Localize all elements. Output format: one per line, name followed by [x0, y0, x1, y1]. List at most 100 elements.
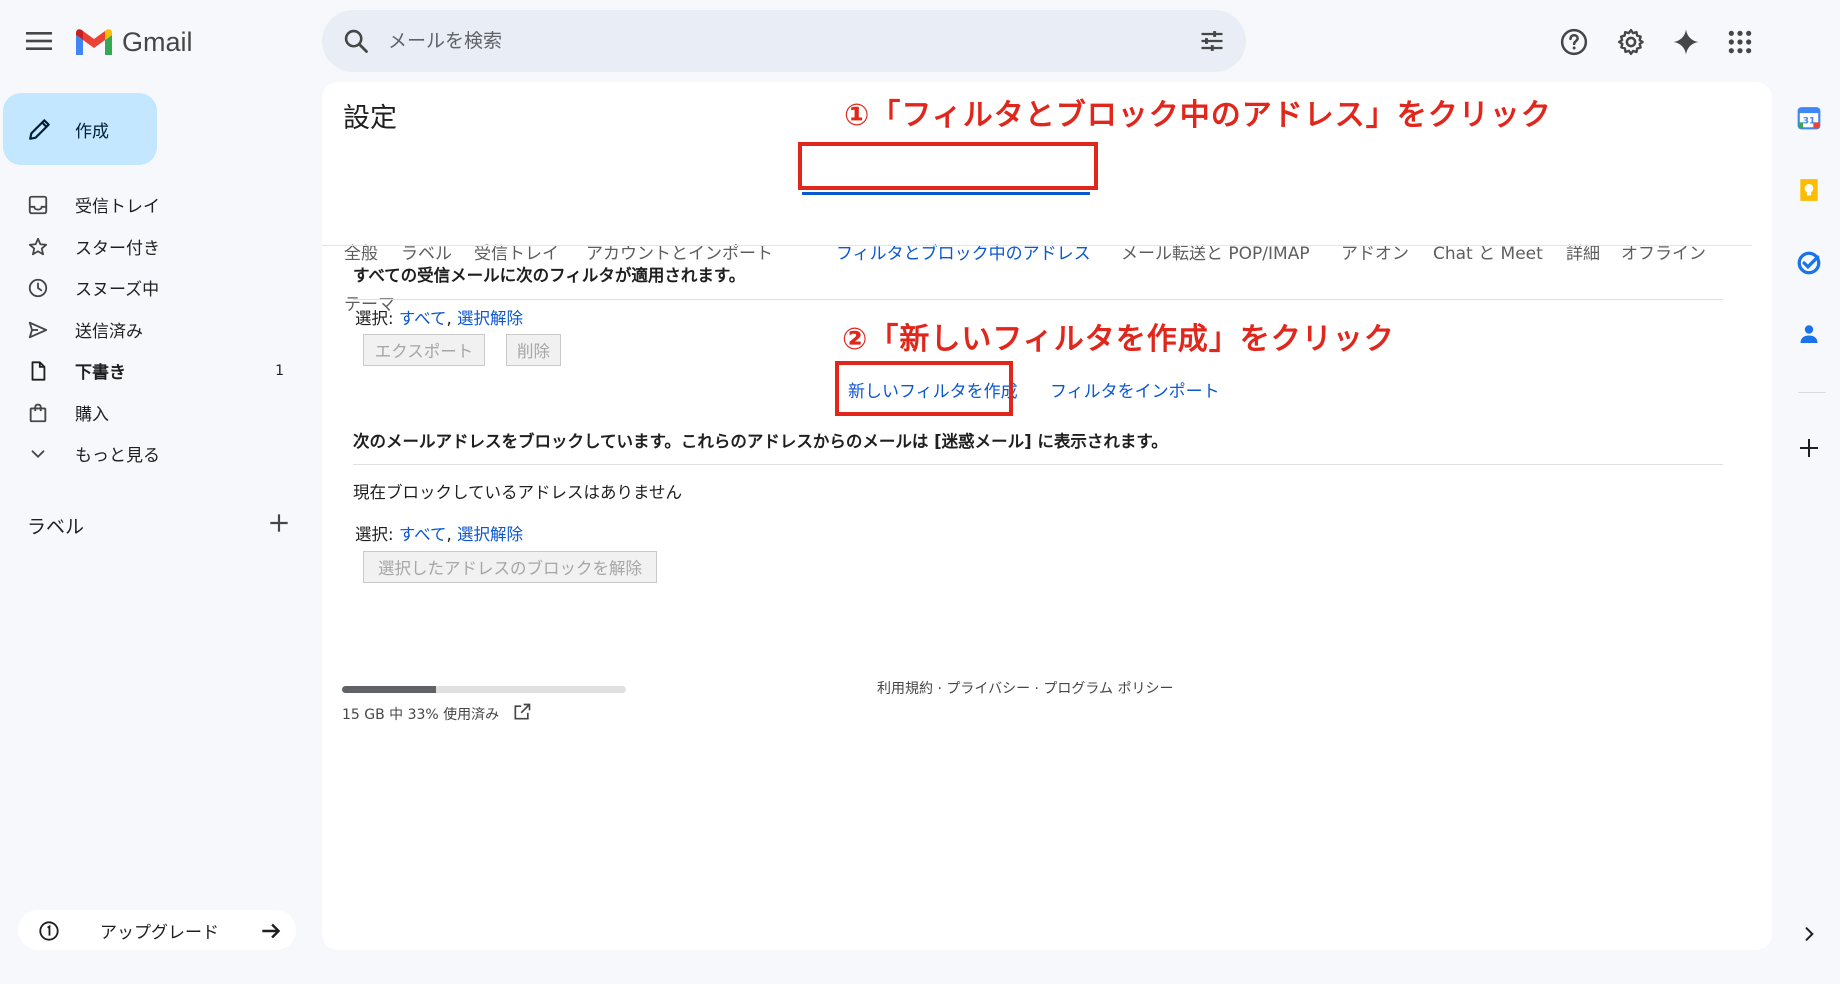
sidebar-item-label: 送信済み — [75, 321, 143, 342]
compose-button[interactable]: 作成 — [3, 93, 157, 165]
upgrade-button[interactable]: アップグレード — [18, 910, 296, 950]
gmail-wordmark: Gmail — [122, 26, 193, 57]
external-link-icon[interactable] — [512, 702, 532, 722]
keep-lightbulb-icon — [1800, 179, 1818, 201]
footer-policy-links[interactable]: 利用規約 · プライバシー · プログラム ポリシー — [877, 678, 1173, 698]
calendar-app-button[interactable]: 31 — [1795, 104, 1823, 132]
sidebar-item-sent[interactable]: 送信済み — [0, 309, 300, 351]
page-title: 設定 — [343, 103, 397, 134]
select-all-link[interactable]: すべて — [399, 309, 447, 328]
storage-usage-fill — [342, 686, 436, 693]
gmail-m-icon — [76, 29, 112, 55]
blocked-empty-message: 現在ブロックしているアドレスはありません — [353, 483, 683, 502]
get-addons-button[interactable] — [1795, 434, 1823, 462]
sidebar-item-label: スター付き — [75, 238, 160, 259]
keep-app-button[interactable] — [1795, 176, 1823, 204]
delete-button[interactable]: 削除 — [506, 334, 561, 366]
search-icon[interactable] — [342, 27, 370, 55]
upgrade-label: アップグレード — [100, 922, 219, 943]
unblock-button[interactable]: 選択したアドレスのブロックを解除 — [363, 551, 657, 583]
chevron-right-icon — [1805, 927, 1814, 941]
sidebar-item-label: もっと見る — [75, 446, 160, 467]
draft-icon — [31, 361, 46, 381]
svg-text:31: 31 — [1803, 115, 1816, 126]
annotation-step-2: ②「新しいフィルタを作成」をクリック — [842, 322, 1395, 357]
sidebar-item-label: 受信トレイ — [75, 197, 160, 218]
tab-offline[interactable]: オフライン — [1621, 239, 1706, 264]
tab-forwarding-pop-imap[interactable]: メール転送と POP/IMAP — [1121, 239, 1310, 264]
pencil-icon — [29, 119, 50, 140]
search-input[interactable] — [388, 10, 1168, 72]
filters-divider — [353, 299, 1723, 300]
apps-grid-icon — [1728, 30, 1752, 54]
expand-side-panel-button[interactable] — [1795, 920, 1823, 948]
add-label-icon[interactable] — [266, 510, 292, 536]
contacts-person-icon — [1800, 325, 1818, 343]
hamburger-menu-icon — [26, 32, 52, 50]
tasks-check-icon — [1797, 251, 1821, 275]
tabs-divider — [322, 245, 1752, 246]
tab-accounts-import[interactable]: アカウントとインポート — [586, 239, 773, 264]
tab-filters-blocked[interactable]: フィルタとブロック中のアドレス — [836, 239, 1091, 264]
sidebar-item-more[interactable]: もっと見る — [0, 433, 300, 475]
clock-icon — [28, 278, 48, 298]
inbox-icon — [28, 195, 48, 215]
arrow-right-icon — [262, 923, 281, 939]
tab-chat-meet[interactable]: Chat と Meet — [1433, 239, 1543, 264]
right-rail-divider — [1798, 392, 1826, 393]
select-separator: , — [446, 525, 457, 544]
select-none-link[interactable]: 選択解除 — [457, 525, 523, 544]
apps-button[interactable] — [1718, 20, 1762, 64]
blocked-heading: 次のメールアドレスをブロックしています。これらのアドレスからのメールは [迷惑メ… — [353, 432, 1168, 451]
settings-button[interactable] — [1609, 20, 1653, 64]
tab-addons[interactable]: アドオン — [1341, 239, 1409, 264]
sidebar-item-inbox[interactable]: 受信トレイ — [0, 184, 300, 226]
select-prefix: 選択: — [355, 525, 399, 544]
upgrade-icon — [39, 921, 59, 941]
active-tab-indicator — [802, 192, 1090, 195]
main-menu-button[interactable] — [20, 22, 58, 60]
tasks-app-button[interactable] — [1795, 249, 1823, 277]
tab-labels[interactable]: ラベル — [401, 239, 452, 264]
help-button[interactable] — [1552, 20, 1596, 64]
labels-heading: ラベル — [27, 516, 85, 538]
send-icon — [28, 321, 48, 338]
sparkle-icon — [1673, 29, 1699, 55]
annotation-step-1: ①「フィルタとブロック中のアドレス」をクリック — [844, 98, 1552, 133]
search-options-icon[interactable] — [1198, 27, 1226, 55]
shopping-bag-icon — [29, 403, 47, 422]
gemini-button[interactable] — [1664, 20, 1708, 64]
plus-icon — [1800, 439, 1818, 457]
import-filter-link[interactable]: フィルタをインポート — [1050, 377, 1220, 402]
search-bar — [322, 10, 1246, 72]
storage-usage-text: 15 GB 中 33% 使用済み — [342, 707, 500, 723]
calendar-icon: 31 — [1797, 107, 1821, 130]
tab-advanced[interactable]: 詳細 — [1566, 239, 1600, 264]
export-button[interactable]: エクスポート — [363, 334, 485, 366]
filters-heading: すべての受信メールに次のフィルタが適用されます。 — [353, 266, 746, 285]
annotation-highlight-create-filter — [835, 361, 1013, 416]
select-all-link[interactable]: すべて — [399, 525, 447, 544]
sidebar-item-purchases[interactable]: 購入 — [0, 392, 300, 434]
settings-panel: 設定 全般 ラベル 受信トレイ アカウントとインポート フィルタとブロック中のア… — [322, 82, 1772, 950]
filters-select-row: 選択: すべて, 選択解除 — [355, 305, 523, 329]
sidebar-item-label: スヌーズ中 — [75, 280, 160, 301]
help-icon — [1560, 28, 1588, 56]
star-icon — [28, 237, 48, 255]
sidebar-item-drafts[interactable]: 下書き 1 — [0, 350, 300, 392]
sidebar-item-starred[interactable]: スター付き — [0, 226, 300, 268]
gmail-logo[interactable]: Gmail — [74, 22, 193, 62]
sidebar-item-snoozed[interactable]: スヌーズ中 — [0, 267, 300, 309]
gear-icon — [1617, 28, 1644, 56]
select-prefix: 選択: — [355, 309, 399, 328]
top-bar: Gmail — [0, 0, 1840, 82]
compose-label: 作成 — [75, 121, 109, 142]
select-none-link[interactable]: 選択解除 — [457, 309, 523, 328]
storage-usage-bar — [342, 686, 626, 693]
blocked-divider — [353, 464, 1723, 465]
contacts-app-button[interactable] — [1795, 320, 1823, 348]
tab-general[interactable]: 全般 — [344, 239, 378, 264]
drafts-count-badge: 1 — [275, 362, 284, 379]
sidebar-item-label: 購入 — [75, 404, 109, 425]
tab-inbox[interactable]: 受信トレイ — [474, 239, 559, 264]
